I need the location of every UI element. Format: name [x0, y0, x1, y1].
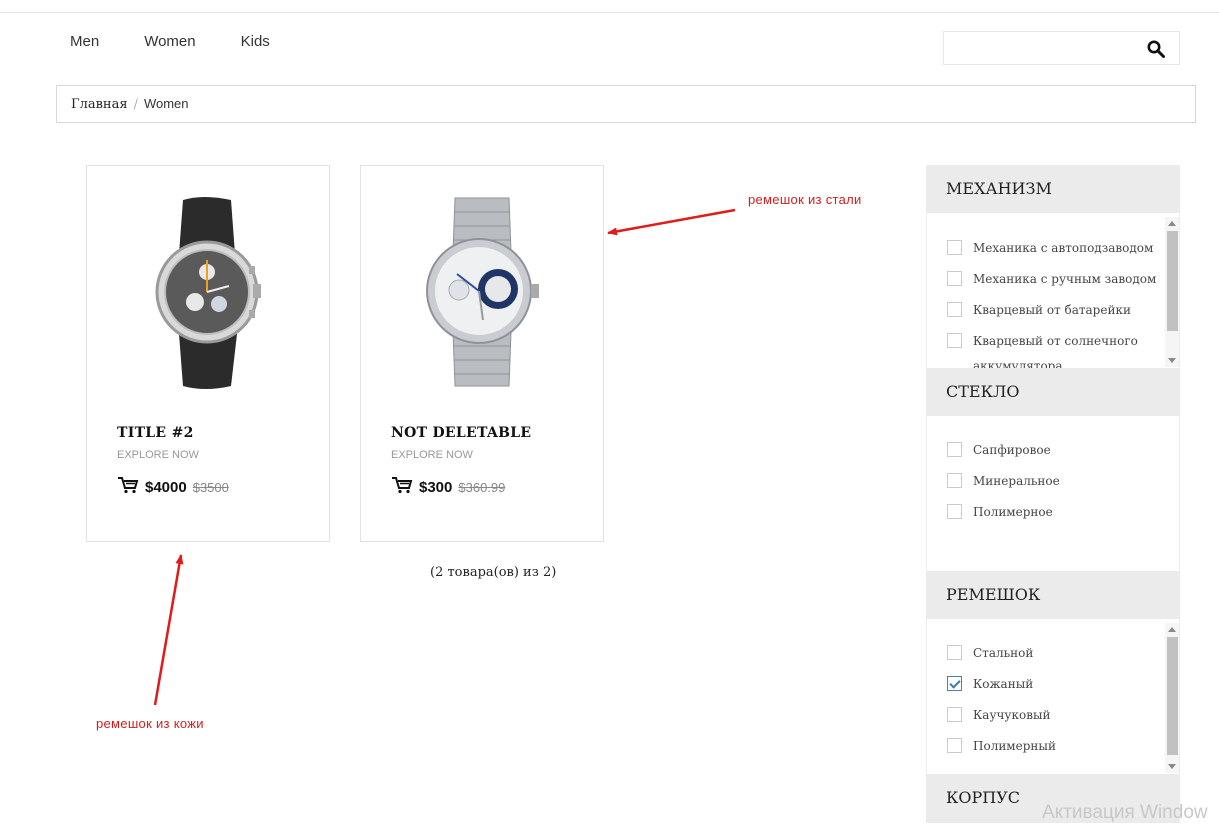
filter-option[interactable]: Сапфировое — [947, 442, 1051, 457]
scrollbar[interactable] — [1165, 217, 1179, 367]
filter-option[interactable]: Кварцевый от солнечного — [947, 333, 1138, 348]
option-label: Каучуковый — [973, 707, 1051, 722]
checkbox[interactable] — [947, 442, 962, 457]
arrow-to-leather-watch — [153, 554, 184, 706]
option-label: Полимерный — [973, 738, 1056, 753]
checkbox[interactable] — [947, 240, 962, 255]
checkbox[interactable] — [947, 473, 962, 488]
filter-strap-list: Стальной Кожаный Каучуковый Полимерный — [926, 619, 1180, 774]
filter-option[interactable]: Минеральное — [947, 473, 1060, 488]
windows-activation-watermark: Активация Window — [1042, 802, 1208, 823]
option-label-continued: аккумулятора — [973, 359, 1063, 368]
scroll-down-icon[interactable] — [1168, 358, 1176, 363]
checkbox[interactable] — [947, 271, 962, 286]
filter-option[interactable]: Полимерный — [947, 738, 1056, 753]
option-label: Механика с ручным заводом — [973, 271, 1157, 286]
checkbox[interactable] — [947, 707, 962, 722]
filter-option[interactable]: Полимерное — [947, 504, 1053, 519]
filter-glass-title[interactable]: СТЕКЛО — [926, 368, 1180, 416]
scroll-up-icon[interactable] — [1168, 627, 1176, 632]
checkbox[interactable] — [947, 333, 962, 348]
option-label: Минеральное — [973, 473, 1060, 488]
scroll-up-icon[interactable] — [1168, 221, 1176, 226]
option-label: Кварцевый от батарейки — [973, 302, 1131, 317]
checkbox-checked[interactable] — [947, 676, 962, 691]
checkbox[interactable] — [947, 504, 962, 519]
filter-option[interactable]: Кожаный — [947, 676, 1033, 691]
option-label: Стальной — [973, 645, 1034, 660]
checkbox[interactable] — [947, 302, 962, 317]
option-label: Кварцевый от солнечного — [973, 333, 1138, 348]
scroll-thumb[interactable] — [1167, 637, 1178, 755]
scroll-down-icon[interactable] — [1168, 764, 1176, 769]
checkbox[interactable] — [947, 645, 962, 660]
scroll-thumb[interactable] — [1167, 231, 1178, 331]
filter-strap-title[interactable]: РЕМЕШОК — [926, 571, 1180, 619]
option-label: Полимерное — [973, 504, 1053, 519]
option-label: Сапфировое — [973, 442, 1051, 457]
scrollbar[interactable] — [1165, 623, 1179, 773]
filter-option[interactable]: Механика с автоподзаводом — [947, 240, 1153, 255]
arrow-to-steel-watch — [607, 208, 736, 236]
option-label: Механика с автоподзаводом — [973, 240, 1154, 255]
filter-option[interactable]: Каучуковый — [947, 707, 1051, 722]
filter-sidebar: МЕХАНИЗМ Механика с автоподзаводом Механ… — [926, 165, 1180, 823]
filter-glass-list: Сапфировое Минеральное Полимерное — [926, 416, 1180, 571]
filter-mechanism-title[interactable]: МЕХАНИЗМ — [926, 165, 1180, 213]
checkbox[interactable] — [947, 738, 962, 753]
filter-option[interactable]: Стальной — [947, 645, 1033, 660]
filter-option[interactable]: Механика с ручным заводом — [947, 271, 1156, 286]
option-label: Кожаный — [973, 676, 1034, 691]
filter-option[interactable]: Кварцевый от батарейки — [947, 302, 1131, 317]
filter-mechanism-list: Механика с автоподзаводом Механика с руч… — [926, 213, 1180, 368]
